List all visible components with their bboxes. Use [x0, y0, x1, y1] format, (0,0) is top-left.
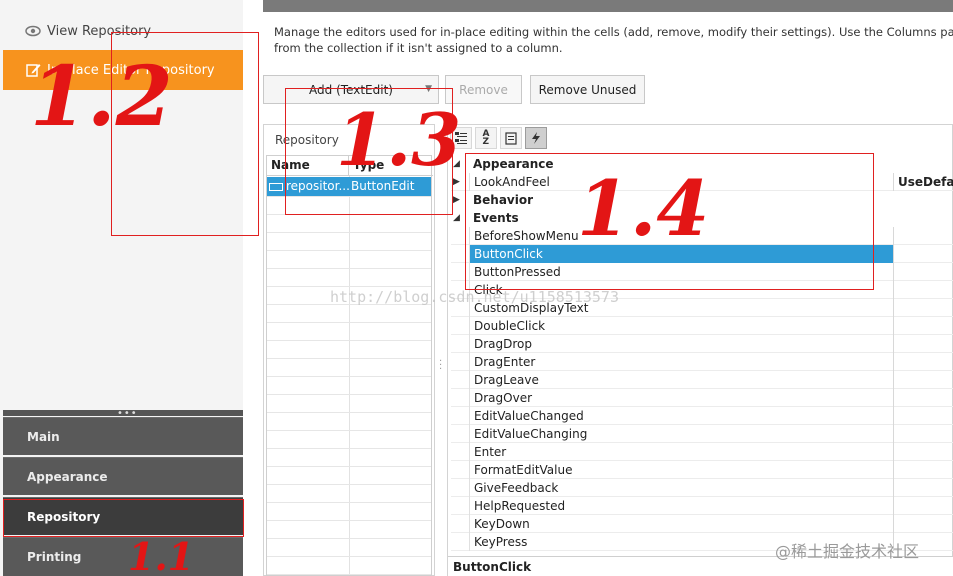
property-grid-toolbar: AZ	[450, 127, 547, 151]
remove-button-label: Remove	[459, 82, 508, 97]
grid-line	[267, 286, 431, 287]
property-row[interactable]: DoubleClick	[451, 317, 953, 335]
annotation-box	[3, 499, 244, 537]
property-name: DragOver	[469, 389, 893, 407]
property-value[interactable]	[893, 353, 953, 371]
property-row[interactable]: HelpRequested	[451, 497, 953, 515]
property-name: DoubleClick	[469, 317, 893, 335]
property-name: DragEnter	[469, 353, 893, 371]
watermark-text: http://blog.csdn.net/u1158513573	[330, 288, 619, 306]
property-value[interactable]	[893, 335, 953, 353]
alphabetical-icon[interactable]: AZ	[475, 127, 497, 149]
description-line: Manage the editors used for in-place edi…	[274, 25, 953, 39]
section-label: Printing	[27, 550, 82, 564]
property-value[interactable]	[893, 263, 953, 281]
resize-grip[interactable]: · · ·	[439, 357, 442, 375]
description-line: from the collection if it isn't assigned…	[274, 41, 563, 55]
section-label: Main	[27, 429, 60, 444]
property-row[interactable]: Enter	[451, 443, 953, 461]
grid-line	[267, 322, 431, 323]
property-name: EditValueChanging	[469, 425, 893, 443]
repository-grid[interactable]: Name Type repositor... ButtonEdit	[266, 155, 433, 576]
property-name: DragLeave	[469, 371, 893, 389]
remove-unused-button-label: Remove Unused	[538, 82, 637, 97]
property-value[interactable]	[893, 317, 953, 335]
grid-line	[267, 358, 431, 359]
grid-line	[267, 412, 431, 413]
property-row[interactable]: DragDrop	[451, 335, 953, 353]
grid-line	[267, 448, 431, 449]
annotation-1-1: 1.1	[128, 538, 195, 576]
property-value[interactable]	[893, 425, 953, 443]
property-value[interactable]	[893, 407, 953, 425]
expand-arrow-icon[interactable]: ▶	[453, 191, 460, 209]
grid-line	[267, 502, 431, 503]
section-printing[interactable]: Printing	[3, 537, 243, 576]
property-row[interactable]: DragLeave	[451, 371, 953, 389]
grid-line	[267, 268, 431, 269]
property-name: Enter	[469, 443, 893, 461]
property-row[interactable]: KeyDown	[451, 515, 953, 533]
property-value[interactable]	[893, 227, 953, 245]
grid-line	[267, 340, 431, 341]
property-row[interactable]: EditValueChanging	[451, 425, 953, 443]
property-value[interactable]	[893, 389, 953, 407]
property-row[interactable]: DragEnter	[451, 353, 953, 371]
button-edit-icon	[269, 182, 283, 191]
property-value[interactable]	[893, 281, 953, 299]
grid-line	[267, 376, 431, 377]
grid-line	[267, 484, 431, 485]
annotation-1-4: 1.4	[577, 164, 710, 253]
grid-line	[267, 250, 431, 251]
annotation-1-2: 1.2	[30, 49, 173, 145]
property-name: DragDrop	[469, 335, 893, 353]
grid-line	[267, 520, 431, 521]
collapse-arrow-icon[interactable]: ◢	[453, 209, 460, 227]
grid-line	[267, 556, 431, 557]
property-row[interactable]: GiveFeedback	[451, 479, 953, 497]
property-value[interactable]: UseDefau	[893, 173, 953, 191]
events-icon[interactable]	[525, 127, 547, 149]
property-value[interactable]	[893, 479, 953, 497]
site-watermark: @稀土掘金技术社区	[775, 542, 920, 561]
annotation-1-3: 1.3	[336, 97, 462, 182]
grid-line	[267, 232, 431, 233]
grid-line	[267, 430, 431, 431]
property-value[interactable]	[893, 245, 953, 263]
property-value[interactable]	[893, 299, 953, 317]
grid-line	[267, 466, 431, 467]
panel-splitter[interactable]: •••	[3, 408, 243, 419]
property-name: EditValueChanged	[469, 407, 893, 425]
property-name: KeyDown	[469, 515, 893, 533]
page-header-bar	[263, 0, 953, 12]
property-row[interactable]: FormatEditValue	[451, 461, 953, 479]
section-appearance[interactable]: Appearance	[3, 457, 243, 495]
section-main[interactable]: Main	[3, 417, 243, 455]
eye-icon	[25, 23, 41, 39]
section-label: Appearance	[27, 469, 108, 484]
property-name: GiveFeedback	[469, 479, 893, 497]
property-row[interactable]: EditValueChanged	[451, 407, 953, 425]
remove-unused-button[interactable]: Remove Unused	[530, 75, 645, 104]
property-name: HelpRequested	[469, 497, 893, 515]
property-name: FormatEditValue	[469, 461, 893, 479]
grid-line	[267, 574, 431, 575]
properties-icon[interactable]	[500, 127, 522, 149]
property-row[interactable]: DragOver	[451, 389, 953, 407]
property-value[interactable]	[893, 461, 953, 479]
property-value[interactable]	[893, 443, 953, 461]
property-value[interactable]	[893, 497, 953, 515]
grid-line	[267, 394, 431, 395]
page-description: Manage the editors used for in-place edi…	[274, 24, 953, 56]
property-value[interactable]	[893, 371, 953, 389]
property-value[interactable]	[893, 515, 953, 533]
grid-line	[267, 538, 431, 539]
